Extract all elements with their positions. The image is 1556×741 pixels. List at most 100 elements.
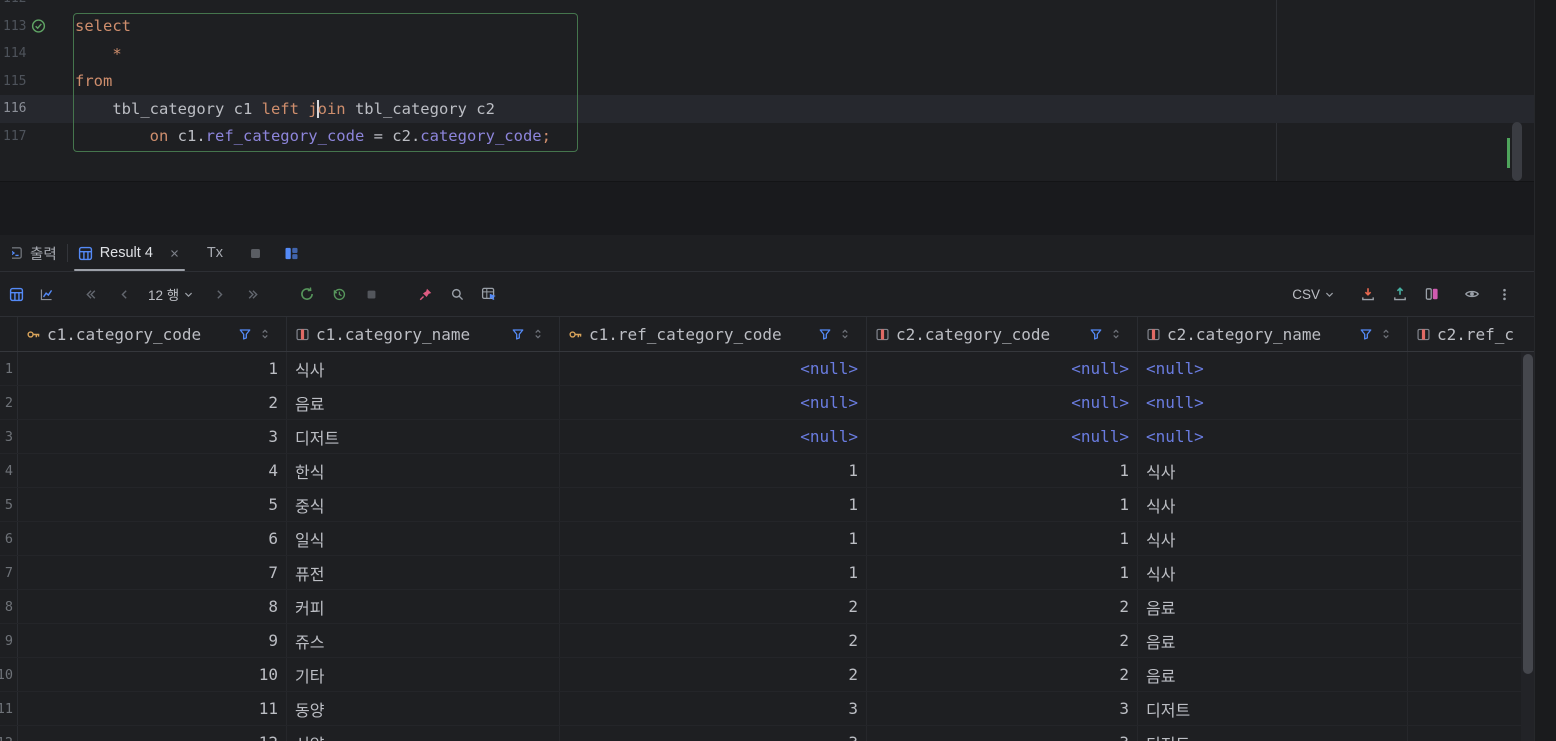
grid-view-button[interactable]: [2, 280, 30, 308]
table-cell[interactable]: 식사: [1138, 522, 1408, 555]
table-cell[interactable]: 2: [560, 658, 867, 691]
row-number[interactable]: 10: [0, 658, 18, 691]
local-history-button[interactable]: [325, 280, 353, 308]
table-row[interactable]: 1111동양33디저트: [0, 692, 1534, 726]
table-cell[interactable]: 3: [867, 692, 1138, 725]
table-cell[interactable]: 5: [18, 488, 287, 521]
filter-icon[interactable]: [511, 327, 525, 341]
table-cell[interactable]: 1: [18, 352, 287, 385]
editor-line[interactable]: 116 tbl_category c1 left join tbl_catego…: [0, 95, 1534, 123]
table-cell[interactable]: 1: [560, 522, 867, 555]
more-options-button[interactable]: [1490, 280, 1518, 308]
filter-icon[interactable]: [1359, 327, 1373, 341]
table-cell[interactable]: <null>: [560, 352, 867, 385]
sort-icon[interactable]: [1379, 327, 1393, 341]
editor-line[interactable]: 113 select: [0, 13, 1534, 41]
table-row[interactable]: 1 1 식사 <null> <null> <null>: [0, 352, 1534, 386]
column-header[interactable]: c1.ref_category_code: [560, 317, 867, 351]
table-cell[interactable]: 1: [560, 488, 867, 521]
table-cell[interactable]: [1408, 420, 1534, 453]
editor-line[interactable]: 117 on c1.ref_category_code = c2.categor…: [0, 123, 1534, 151]
find-button[interactable]: [443, 280, 471, 308]
table-cell[interactable]: [1408, 386, 1534, 419]
table-cell[interactable]: 기타: [287, 658, 560, 691]
row-number[interactable]: 8: [0, 590, 18, 623]
table-cell[interactable]: 1: [867, 454, 1138, 487]
table-cell[interactable]: 3: [18, 420, 287, 453]
table-cell[interactable]: 1: [560, 556, 867, 589]
table-cell[interactable]: 2: [560, 590, 867, 623]
stop-button[interactable]: [357, 280, 385, 308]
table-cell[interactable]: 1: [867, 522, 1138, 555]
table-cell[interactable]: 2: [18, 386, 287, 419]
table-cell[interactable]: <null>: [1138, 386, 1408, 419]
table-cell[interactable]: 12: [18, 726, 287, 741]
table-cell[interactable]: 서양: [287, 726, 560, 741]
table-cell[interactable]: <null>: [1138, 352, 1408, 385]
compare-button[interactable]: [1418, 280, 1446, 308]
table-cell[interactable]: <null>: [1138, 420, 1408, 453]
table-row[interactable]: 1212서양33디저트: [0, 726, 1534, 741]
table-cell[interactable]: 4: [18, 454, 287, 487]
last-page-button[interactable]: [239, 280, 267, 308]
row-number[interactable]: 3: [0, 420, 18, 453]
table-cell[interactable]: [1408, 454, 1534, 487]
statement-success-icon[interactable]: [31, 19, 46, 34]
table-cell[interactable]: 디저트: [287, 420, 560, 453]
table-row[interactable]: 5 5 중식 1 1 식사: [0, 488, 1534, 522]
table-cell[interactable]: 2: [867, 590, 1138, 623]
table-row[interactable]: 6 6 일식 1 1 식사: [0, 522, 1534, 556]
tab-tx[interactable]: Tx: [197, 235, 233, 271]
table-cell[interactable]: 일식: [287, 522, 560, 555]
table-cell[interactable]: <null>: [867, 352, 1138, 385]
grid-scrollbar[interactable]: [1521, 352, 1534, 741]
sort-icon[interactable]: [258, 327, 272, 341]
column-header[interactable]: c1.category_name: [287, 317, 560, 351]
upload-button[interactable]: [1386, 280, 1414, 308]
row-number[interactable]: 5: [0, 488, 18, 521]
table-cell[interactable]: 음료: [287, 386, 560, 419]
pin-tab-button[interactable]: [411, 280, 439, 308]
row-number[interactable]: 12: [0, 726, 18, 741]
table-cell[interactable]: <null>: [560, 386, 867, 419]
filter-icon[interactable]: [1089, 327, 1103, 341]
previous-page-button[interactable]: [110, 280, 138, 308]
table-row[interactable]: 8 8 커피 2 2 음료: [0, 590, 1534, 624]
table-cell[interactable]: 커피: [287, 590, 560, 623]
download-button[interactable]: [1354, 280, 1382, 308]
table-cell[interactable]: 1: [560, 454, 867, 487]
table-cell[interactable]: [1408, 692, 1534, 725]
table-cell[interactable]: 디저트: [1138, 692, 1408, 725]
table-view-options-button[interactable]: [475, 280, 503, 308]
editor-toolwindow-splitter[interactable]: [0, 181, 1534, 235]
column-header[interactable]: c2.category_name: [1138, 317, 1408, 351]
sort-icon[interactable]: [1109, 327, 1123, 341]
table-cell[interactable]: [1408, 488, 1534, 521]
filter-icon[interactable]: [238, 327, 252, 341]
table-row[interactable]: 1010기타22음료: [0, 658, 1534, 692]
reload-data-button[interactable]: [293, 280, 321, 308]
column-header[interactable]: c2.category_code: [867, 317, 1138, 351]
table-cell[interactable]: 10: [18, 658, 287, 691]
table-cell[interactable]: [1408, 352, 1534, 385]
close-icon[interactable]: [168, 247, 181, 260]
sort-icon[interactable]: [531, 327, 545, 341]
table-cell[interactable]: 2: [867, 658, 1138, 691]
sql-editor[interactable]: 112 113 select 114 * 115 from 116 tbl_category…: [0, 0, 1534, 181]
table-cell[interactable]: 2: [867, 624, 1138, 657]
export-format-dropdown[interactable]: CSV: [1292, 287, 1336, 302]
table-row[interactable]: 4 4 한식 1 1 식사: [0, 454, 1534, 488]
table-cell[interactable]: 1: [867, 488, 1138, 521]
table-cell[interactable]: 9: [18, 624, 287, 657]
row-number[interactable]: 11: [0, 692, 18, 725]
table-cell[interactable]: 8: [18, 590, 287, 623]
scrollbar-thumb[interactable]: [1522, 354, 1533, 674]
sort-icon[interactable]: [838, 327, 852, 341]
table-cell[interactable]: 식사: [1138, 488, 1408, 521]
table-cell[interactable]: 11: [18, 692, 287, 725]
table-cell[interactable]: [1408, 590, 1534, 623]
table-cell[interactable]: 디저트: [1138, 726, 1408, 741]
table-cell[interactable]: 3: [560, 726, 867, 741]
table-cell[interactable]: 3: [867, 726, 1138, 741]
editor-line[interactable]: 114 *: [0, 40, 1534, 68]
